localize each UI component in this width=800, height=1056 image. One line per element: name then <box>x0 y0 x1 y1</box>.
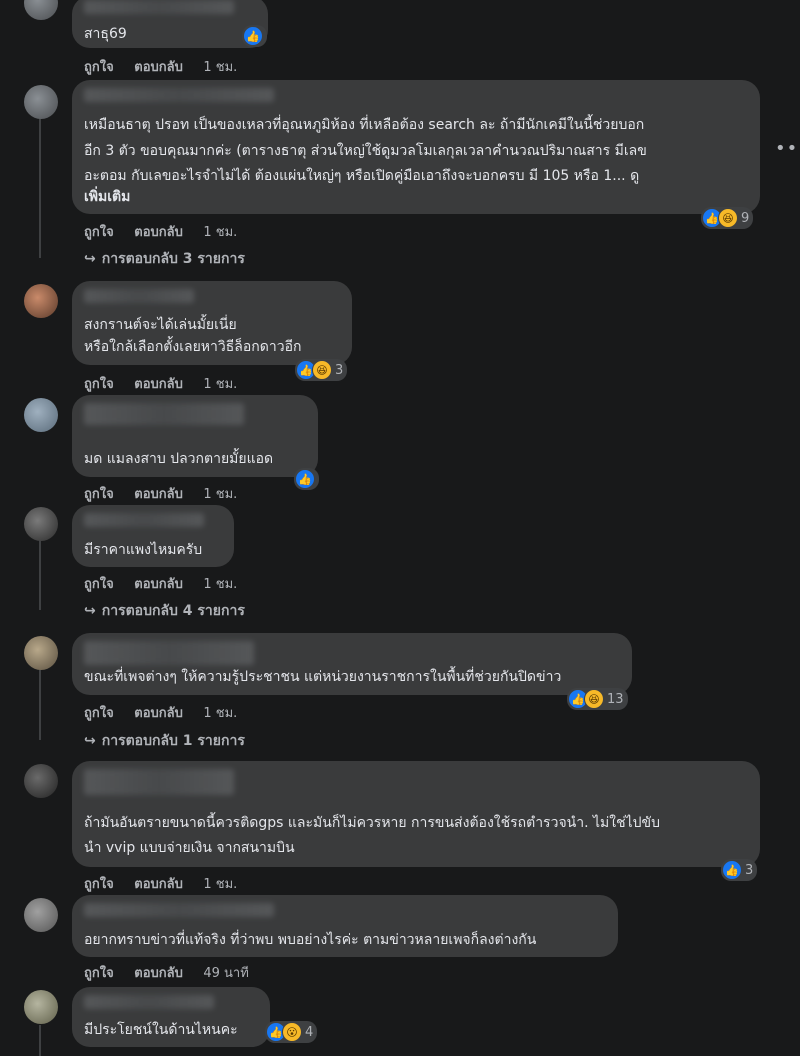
comment-text: มีประโยชน์ในด้านไหนคะ <box>84 1022 238 1038</box>
view-replies-link[interactable]: ↪ การตอบกลับ 3 รายการ <box>84 248 245 270</box>
avatar[interactable] <box>24 0 58 20</box>
comment-text: สาธุ69 <box>84 26 127 42</box>
reaction-summary[interactable]: 👍 😆 9 <box>701 207 754 229</box>
timestamp[interactable]: 1 ชม. <box>203 706 237 721</box>
commenter-name[interactable] <box>84 513 204 527</box>
like-button[interactable]: ถูกใจ <box>84 487 114 502</box>
more-options-icon[interactable]: ••• <box>775 138 800 159</box>
like-button[interactable]: ถูกใจ <box>84 877 114 892</box>
reaction-count: 4 <box>305 1024 314 1040</box>
reaction-count: 3 <box>335 362 344 378</box>
like-icon: 👍 <box>722 860 742 880</box>
thread-line <box>39 1025 41 1056</box>
avatar[interactable] <box>24 636 58 670</box>
comment-text: หรือใกล้เลือกตั้งเลยหาวิธีล็อกดาวอีก <box>84 339 302 355</box>
comment-text: อยากทราบข่าวที่แท้จริง ที่ว่าพบ พบอย่างไ… <box>84 932 537 948</box>
reply-button[interactable]: ตอบกลับ <box>134 377 183 392</box>
avatar[interactable] <box>24 284 58 318</box>
timestamp[interactable]: 49 นาที <box>203 966 248 981</box>
comment-text: ถ้ามันอันตรายขนาดนี้ควรติดgps และมันก็ไม… <box>84 815 660 831</box>
comment-actions: ถูกใจ ตอบกลับ 1 ชม. <box>84 573 253 594</box>
commenter-name[interactable] <box>84 88 274 102</box>
reaction-summary[interactable]: 👍 😆 3 <box>295 359 348 381</box>
reply-button[interactable]: ตอบกลับ <box>134 966 183 981</box>
comment-actions: ถูกใจ ตอบกลับ 1 ชม. <box>84 702 253 723</box>
timestamp[interactable]: 1 ชม. <box>203 487 237 502</box>
like-button[interactable]: ถูกใจ <box>84 225 114 240</box>
like-button[interactable]: ถูกใจ <box>84 60 114 75</box>
comment-text: มีราคาแพงไหมครับ <box>84 542 203 558</box>
like-button[interactable]: ถูกใจ <box>84 377 114 392</box>
comment-text: นำ vvip แบบจ่ายเงิน จากสนามบิน <box>84 840 295 856</box>
comment-actions: ถูกใจ ตอบกลับ 1 ชม. <box>84 56 253 77</box>
timestamp[interactable]: 1 ชม. <box>203 225 237 240</box>
haha-icon: 😆 <box>718 208 738 228</box>
reply-button[interactable]: ตอบกลับ <box>134 487 183 502</box>
comment-text: มด แมลงสาบ ปลวกตายมั้ยแอด <box>84 451 274 467</box>
reaction-count: 13 <box>607 691 624 707</box>
avatar[interactable] <box>24 507 58 541</box>
reply-button[interactable]: ตอบกลับ <box>134 225 183 240</box>
thread-line <box>39 662 41 740</box>
comment-text: อีก 3 ตัว ขอบคุณมากค่ะ (ตารางธาตุ ส่วนให… <box>84 143 647 159</box>
reply-arrow-icon: ↪ <box>84 251 96 267</box>
reaction-summary[interactable]: 👍 <box>294 468 319 490</box>
reply-arrow-icon: ↪ <box>84 603 96 619</box>
thread-line <box>39 530 41 610</box>
replies-label: การตอบกลับ 3 รายการ <box>101 251 245 267</box>
reply-button[interactable]: ตอบกลับ <box>134 60 183 75</box>
comment-text: ขณะที่เพจต่างๆ ให้ความรู้ประชาชน แต่หน่ว… <box>84 669 562 685</box>
commenter-name[interactable] <box>84 903 274 917</box>
avatar[interactable] <box>24 764 58 798</box>
like-button[interactable]: ถูกใจ <box>84 966 114 981</box>
comment-text: อะตอม กับเลขอะไรจำไม่ได้ ต้องแผ่นใหญ่ๆ ห… <box>84 168 640 184</box>
reaction-summary[interactable]: 👍 😮 4 <box>265 1021 318 1043</box>
view-replies-link[interactable]: ↪ การตอบกลับ 1 รายการ <box>84 730 245 752</box>
view-replies-link[interactable]: ↪ การตอบกลับ 4 รายการ <box>84 600 245 622</box>
comment-actions: ถูกใจ ตอบกลับ 49 นาที <box>84 962 265 983</box>
like-button[interactable]: ถูกใจ <box>84 706 114 721</box>
timestamp[interactable]: 1 ชม. <box>203 377 237 392</box>
timestamp[interactable]: 1 ชม. <box>203 877 237 892</box>
like-button[interactable]: ถูกใจ <box>84 577 114 592</box>
commenter-name[interactable] <box>84 641 254 665</box>
timestamp[interactable]: 1 ชม. <box>203 60 237 75</box>
commenter-name[interactable] <box>84 769 234 795</box>
commenter-name[interactable] <box>84 995 214 1009</box>
see-more-link[interactable]: เพิ่มเติม <box>84 184 130 210</box>
reaction-count: 3 <box>745 862 754 878</box>
thread-line <box>39 118 41 258</box>
commenter-name[interactable] <box>84 0 234 14</box>
reaction-summary[interactable]: 👍 😆 13 <box>567 688 628 710</box>
like-icon: 👍 <box>295 469 315 489</box>
reaction-summary[interactable]: 👍 <box>242 25 267 47</box>
comment-text: เหมือนธาตุ ปรอท เป็นของเหลวที่อุณหภูมิห้… <box>84 117 645 133</box>
reply-button[interactable]: ตอบกลับ <box>134 577 183 592</box>
reply-arrow-icon: ↪ <box>84 733 96 749</box>
haha-icon: 😆 <box>584 689 604 709</box>
reply-button[interactable]: ตอบกลับ <box>134 877 183 892</box>
comment-actions: ถูกใจ ตอบกลับ 1 ชม. <box>84 221 253 242</box>
comment-actions: ถูกใจ ตอบกลับ 1 ชม. <box>84 373 253 394</box>
replies-label: การตอบกลับ 4 รายการ <box>101 603 245 619</box>
avatar[interactable] <box>24 398 58 432</box>
timestamp[interactable]: 1 ชม. <box>203 577 237 592</box>
commenter-name[interactable] <box>84 403 244 425</box>
avatar[interactable] <box>24 898 58 932</box>
reaction-count: 9 <box>741 210 750 226</box>
replies-label: การตอบกลับ 1 รายการ <box>101 733 245 749</box>
reply-button[interactable]: ตอบกลับ <box>134 706 183 721</box>
comment-actions: ถูกใจ ตอบกลับ 1 ชม. <box>84 483 253 504</box>
comment-actions: ถูกใจ ตอบกลับ 1 ชม. <box>84 873 253 894</box>
wow-icon: 😮 <box>282 1022 302 1042</box>
commenter-name[interactable] <box>84 289 194 303</box>
avatar[interactable] <box>24 990 58 1024</box>
haha-icon: 😆 <box>312 360 332 380</box>
avatar[interactable] <box>24 85 58 119</box>
reaction-summary[interactable]: 👍 3 <box>721 859 758 881</box>
like-icon: 👍 <box>243 26 263 46</box>
